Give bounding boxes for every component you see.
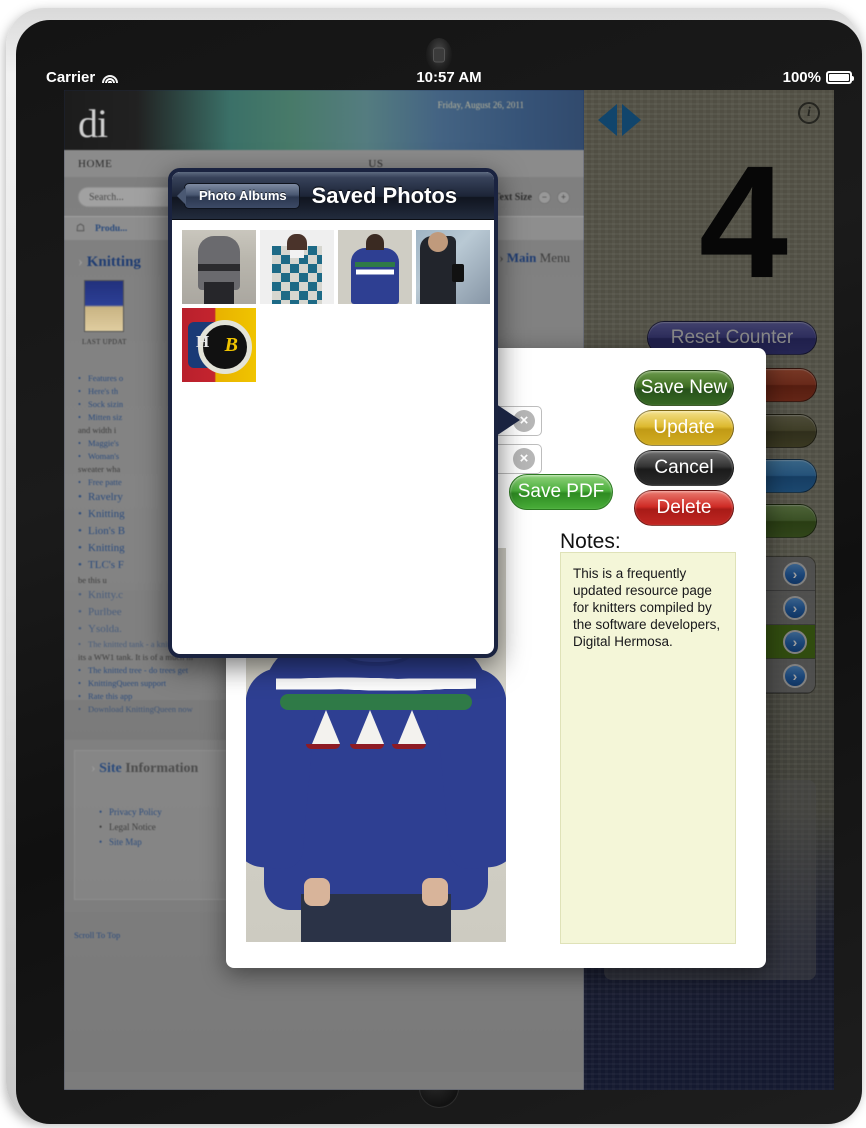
update-button[interactable]: Update xyxy=(634,410,734,446)
page-title-text: Knitting xyxy=(86,254,141,270)
bruins-letter: B xyxy=(224,334,238,356)
device-bezel: Carrier 10:57 AM 100% di Friday, August … xyxy=(16,20,862,1124)
save-new-button[interactable]: Save New xyxy=(634,370,734,406)
chevron-right-icon[interactable]: › xyxy=(783,595,807,620)
site-banner xyxy=(64,90,584,150)
delete-button[interactable]: Delete xyxy=(634,490,734,526)
chevron-right-icon: › xyxy=(91,761,96,776)
notes-textarea[interactable]: This is a frequently updated resource pa… xyxy=(560,552,736,944)
main-menu-bold: Main xyxy=(506,250,537,265)
text-size-control[interactable]: Text Size − + xyxy=(493,190,570,204)
arrow-right-icon[interactable] xyxy=(622,104,641,136)
saved-photos-popover: Photo Albums Saved Photos H B xyxy=(168,168,520,658)
arrow-left-icon[interactable] xyxy=(598,104,617,136)
nav-item-home[interactable]: HOME xyxy=(78,158,112,170)
site-information-rest: Information xyxy=(121,761,199,776)
counter-value: 4 xyxy=(699,132,788,311)
right-hand xyxy=(422,878,448,906)
chevron-right-icon[interactable]: › xyxy=(783,663,807,688)
main-menu-arrow-icon: › xyxy=(499,250,507,265)
boat-hull xyxy=(392,744,426,749)
main-menu-heading: › Main Menu xyxy=(499,250,570,266)
home-icon[interactable]: ☖ xyxy=(76,223,85,234)
status-bar: Carrier 10:57 AM 100% xyxy=(46,66,854,88)
text-size-label: Text Size xyxy=(493,191,532,203)
text-size-decrease-button[interactable]: − xyxy=(538,190,551,204)
boat-hull xyxy=(350,744,384,749)
photo-thumbnail-argyle-sweater[interactable] xyxy=(260,230,334,304)
last-updated-label: LAST UPDAT xyxy=(82,338,127,346)
sweater-cloud-pattern xyxy=(276,676,476,692)
site-information-bold: Site xyxy=(99,761,122,776)
page-title: › Knitting xyxy=(78,254,141,271)
sailboat-icon xyxy=(398,710,426,744)
chevron-right-icon[interactable]: › xyxy=(783,629,807,654)
sweater-green-band xyxy=(280,694,472,710)
popover-navbar: Photo Albums Saved Photos xyxy=(172,172,494,220)
photo-thumbnail-sailboat-sweater[interactable] xyxy=(338,230,412,304)
battery-icon xyxy=(826,70,854,84)
chevron-right-icon[interactable]: › xyxy=(783,561,807,586)
site-date: Friday, August 26, 2011 xyxy=(437,100,524,110)
ipad-device-frame: Carrier 10:57 AM 100% di Friday, August … xyxy=(6,8,862,1124)
text-size-increase-button[interactable]: + xyxy=(557,190,570,204)
nav-arrows[interactable] xyxy=(598,98,646,142)
scroll-to-top-link[interactable]: Scroll To Top xyxy=(74,930,120,940)
photo-thumbnail-hockey-logos[interactable]: H B xyxy=(182,308,256,382)
popover-title: Saved Photos xyxy=(311,182,458,208)
clear-field-icon[interactable]: × xyxy=(513,448,535,470)
chevron-right-icon: › xyxy=(78,254,83,270)
breadcrumb-item-products[interactable]: Produ... xyxy=(95,224,127,234)
site-logo: di xyxy=(78,101,108,146)
status-bar-clock: 10:57 AM xyxy=(416,68,482,86)
photo-thumbnail-man-with-phone[interactable] xyxy=(416,230,490,304)
app-screen: di Friday, August 26, 2011 HOME US Searc… xyxy=(64,90,834,1090)
info-icon[interactable]: i xyxy=(798,102,820,124)
canadiens-letter: H xyxy=(196,332,210,351)
left-hand xyxy=(304,878,330,906)
notes-label: Notes: xyxy=(560,530,621,553)
photo-albums-back-button[interactable]: Photo Albums xyxy=(184,182,300,209)
sailboat-icon xyxy=(356,710,384,744)
article-thumbnail xyxy=(84,280,124,332)
boat-hull xyxy=(306,744,340,749)
sailboat-icon xyxy=(312,710,340,744)
photo-thumbnail-grey-blazer[interactable] xyxy=(182,230,256,304)
cancel-button[interactable]: Cancel xyxy=(634,450,734,486)
photo-grid[interactable]: H B xyxy=(176,224,490,650)
popover-arrow xyxy=(496,404,520,436)
main-menu-rest: Menu xyxy=(536,250,570,265)
save-pdf-button[interactable]: Save PDF xyxy=(509,474,613,510)
